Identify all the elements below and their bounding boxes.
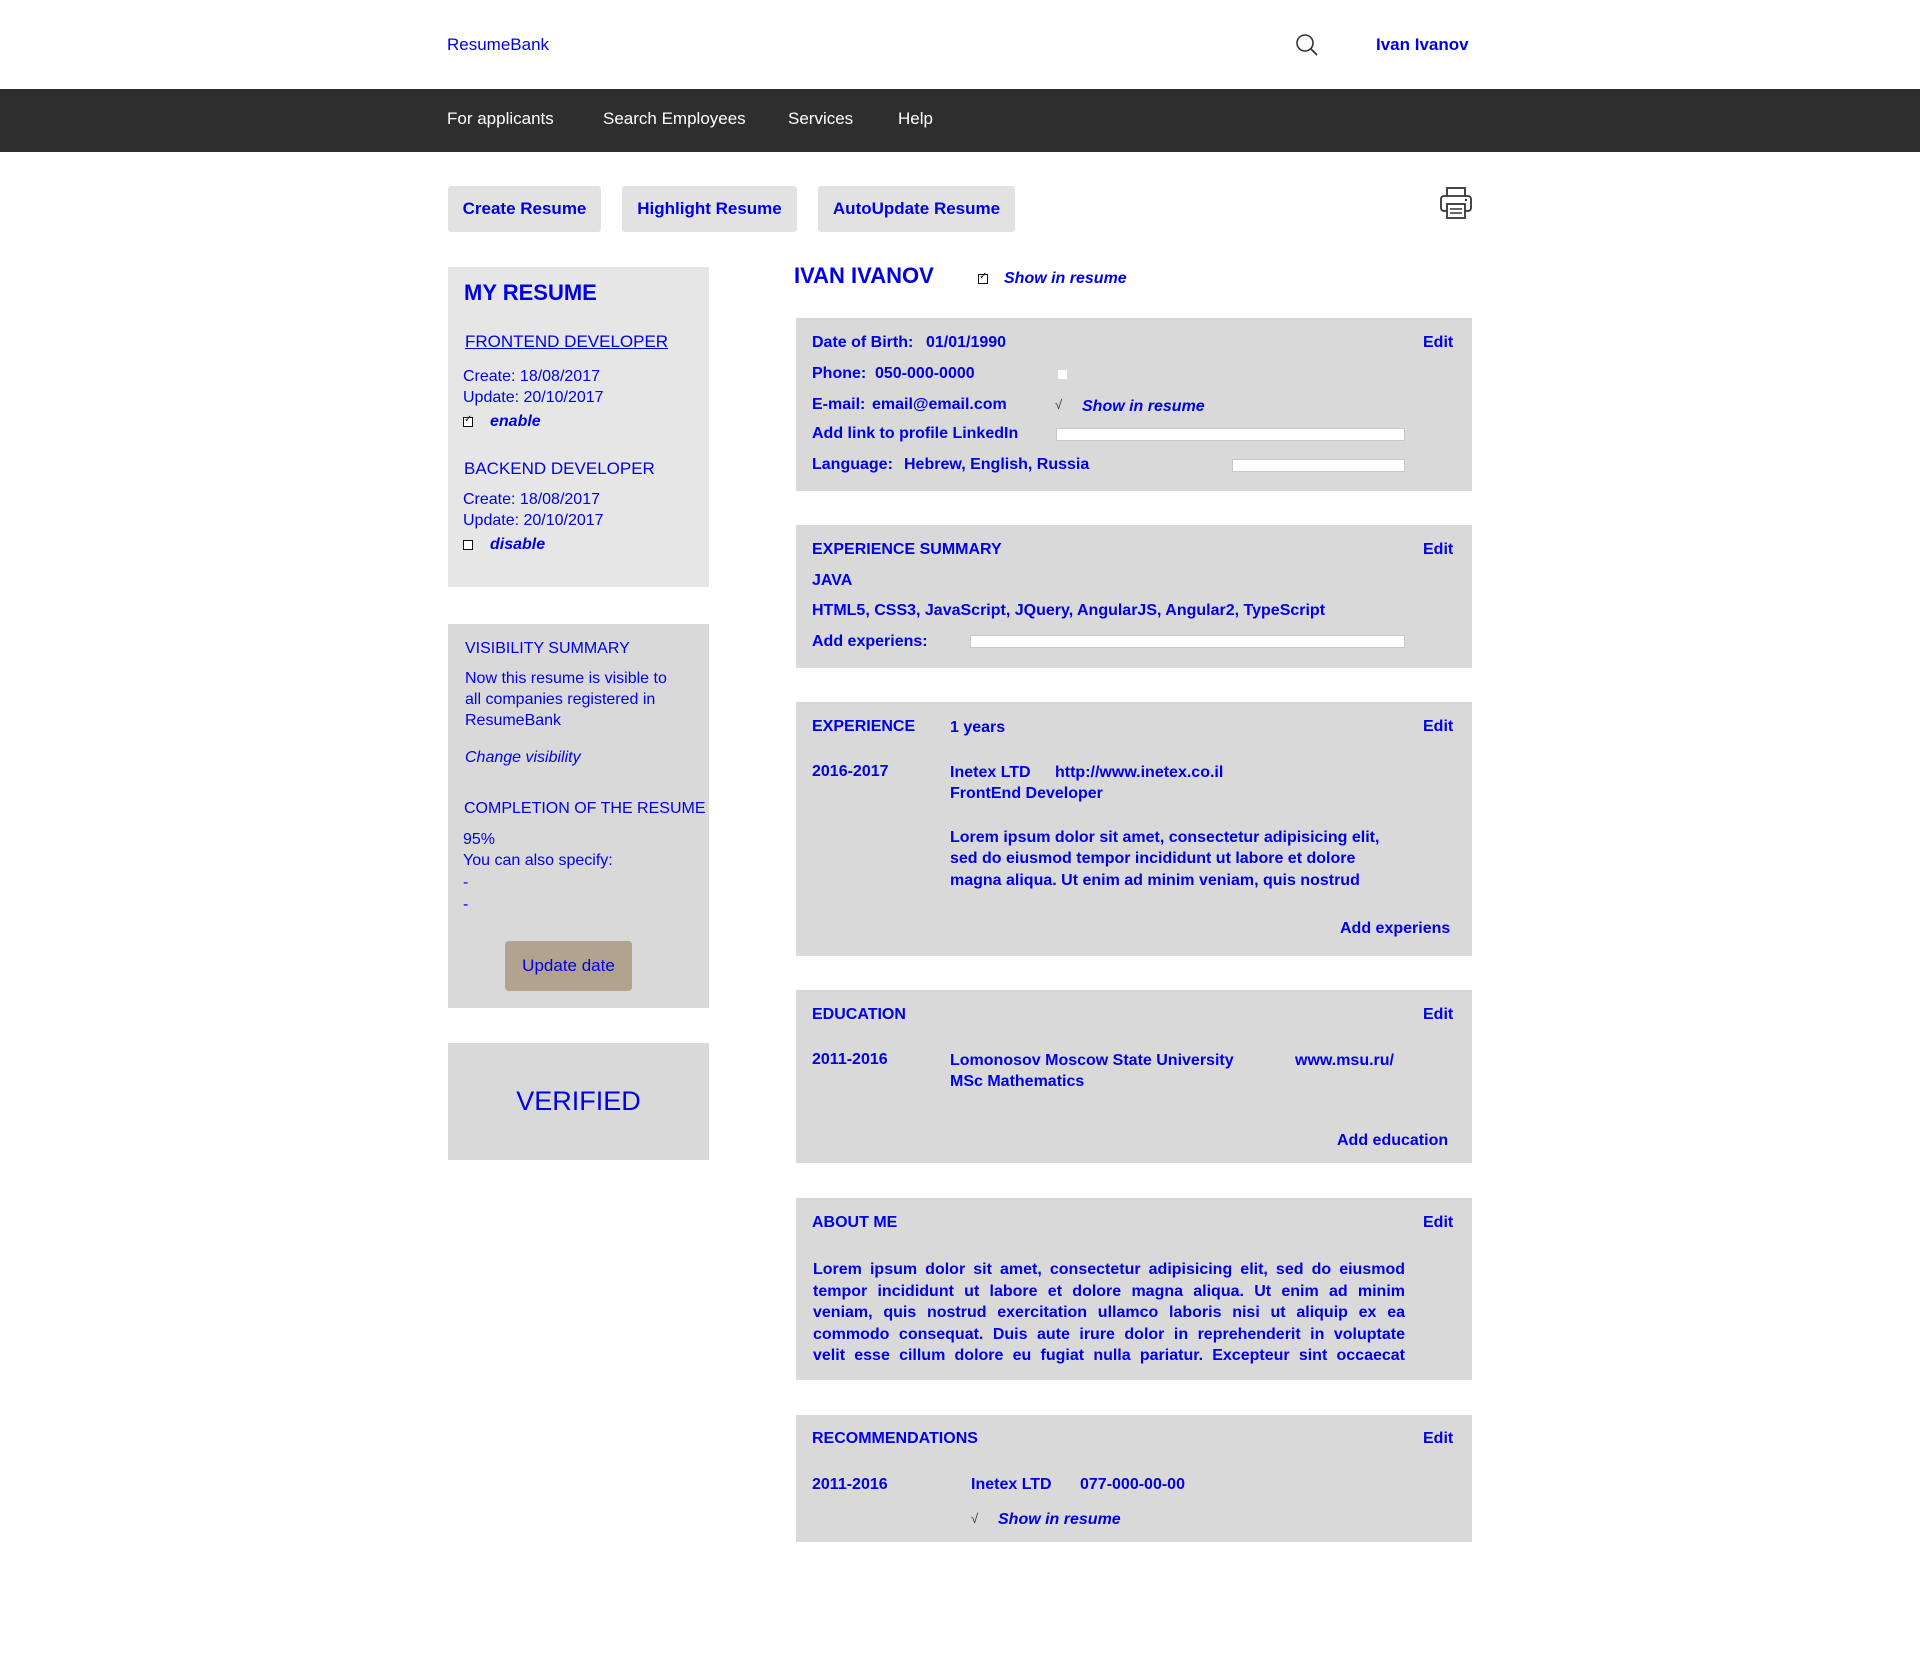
create-resume-button[interactable]: Create Resume [448,186,601,232]
resume-update-date: Update: 20/10/2017 [463,512,604,529]
linkedin-label: Add link to profile LinkedIn [812,425,1019,442]
experience-duration: 1 years [950,719,1006,736]
highlight-resume-button[interactable]: Highlight Resume [622,186,797,232]
email-show-check-icon[interactable]: √ [1055,397,1062,412]
education-title: EDUCATION [812,1006,906,1023]
print-icon[interactable] [1438,185,1474,221]
experience-period: 2016-2017 [812,763,889,780]
disable-checkbox[interactable] [463,540,473,550]
enable-label: enable [490,413,541,430]
navbar [0,89,1920,152]
specify-label: You can also specify: [463,852,613,869]
education-period: 2011-2016 [812,1051,888,1068]
add-education-link[interactable]: Add education [1337,1130,1448,1151]
add-experience-input[interactable] [970,635,1405,648]
email-value: email@email.com [872,396,1007,413]
about-title: ABOUT ME [812,1214,898,1231]
skill-line: JAVA [812,572,853,589]
experience-summary-title: EXPERIENCE SUMMARY [812,541,1002,558]
education-degree: MSc Mathematics [950,1073,1085,1090]
completion-title: COMPLETION OF THE RESUME [464,800,706,817]
show-name-checkbox[interactable] [978,271,988,284]
education-school: Lomonosov Moscow State University [950,1052,1234,1069]
education-url[interactable]: www.msu.ru/ [1295,1050,1394,1071]
experience-description: Lorem ipsum dolor sit amet, consectetur … [950,829,1380,846]
about-line: velit esse cillum dolore eu fugiat nulla… [813,1347,1405,1364]
experience-url[interactable]: http://www.inetex.co.il [1055,762,1223,783]
linkedin-input[interactable] [1056,428,1405,441]
add-experience-link[interactable]: Add experiens [1340,918,1450,939]
recommendation-company: Inetex LTD [971,1476,1052,1493]
edit-link[interactable]: Edit [1423,1212,1453,1233]
about-line: commodo consequat. Duis aute irure dolor… [813,1325,1405,1343]
language-value: Hebrew, English, Russia [904,456,1090,473]
phone-value: 050-000-0000 [875,365,975,382]
recommendation-show-check-icon[interactable]: √ [971,1511,978,1526]
enable-checkbox[interactable] [463,414,473,427]
disable-label: disable [490,536,546,553]
show-in-resume-label: Show in resume [1004,270,1127,287]
visibility-text: all companies registered in [465,691,656,708]
edit-link[interactable]: Edit [1423,1428,1453,1449]
about-line: veniam, quis nostrud exercitation ullamc… [813,1304,1405,1321]
edit-link[interactable]: Edit [1423,716,1453,737]
nav-services[interactable]: Services [788,109,853,129]
phone-label: Phone: [812,365,867,382]
autoupdate-resume-button[interactable]: AutoUpdate Resume [818,186,1015,232]
nav-help[interactable]: Help [898,109,933,129]
experience-title: EXPERIENCE [812,718,916,735]
my-resume-title: MY RESUME [464,280,597,305]
search-icon[interactable] [1295,33,1319,57]
about-line: Lorem ipsum dolor sit amet, consectetur … [813,1261,1405,1278]
dob-value: 01/01/1990 [926,334,1007,351]
experience-company: Inetex LTD [950,764,1031,781]
phone-show-checkbox[interactable] [1058,370,1067,379]
verified-panel: VERIFIED [448,1043,709,1160]
visibility-text: ResumeBank [465,712,562,729]
email-label: E-mail: [812,396,866,413]
resume-create-date: Create: 18/08/2017 [463,368,600,385]
my-resume-panel [448,267,709,587]
visibility-text: Now this resume is visible to [465,670,667,687]
experience-role: FrontEnd Developer [950,785,1103,802]
resume-link-backend[interactable]: BACKEND DEVELOPER [464,458,655,479]
resume-update-date: Update: 20/10/2017 [463,389,604,406]
skill-line: HTML5, CSS3, JavaScript, JQuery, Angular… [812,602,1326,619]
logo[interactable]: ResumeBank [447,35,549,55]
recommendation-show-label: Show in resume [998,1511,1121,1528]
about-text: Lorem ipsum dolor sit amet, consectetur … [813,1259,1405,1367]
dob-label: Date of Birth: [812,334,914,351]
email-show-label: Show in resume [1082,398,1205,415]
experience-description: sed do eiusmod tempor incididunt ut labo… [950,850,1356,867]
edit-link[interactable]: Edit [1423,539,1453,560]
experience-description: magna aliqua. Ut enim ad minim veniam, q… [950,872,1360,889]
nav-for-applicants[interactable]: For applicants [447,109,554,129]
specify-item: - [463,874,469,891]
recommendation-period: 2011-2016 [812,1476,888,1493]
language-label: Language: [812,456,893,473]
profile-name: IVAN IVANOV [794,263,934,288]
about-line: tempor incididunt ut labore et dolore ma… [813,1282,1405,1300]
nav-search-employees[interactable]: Search Employees [603,109,746,129]
specify-item: - [463,896,469,913]
resume-create-date: Create: 18/08/2017 [463,491,600,508]
completion-percent: 95% [463,831,496,848]
add-experience-label: Add experiens: [812,633,928,650]
edit-link[interactable]: Edit [1423,1004,1453,1025]
recommendations-title: RECOMMENDATIONS [812,1430,978,1447]
user-name[interactable]: Ivan Ivanov [1376,35,1469,55]
visibility-title: VISIBILITY SUMMARY [465,640,630,657]
recommendation-phone: 077-000-00-00 [1080,1476,1185,1493]
edit-link[interactable]: Edit [1423,332,1453,353]
language-input[interactable] [1232,459,1405,472]
update-date-button[interactable]: Update date [505,941,632,991]
change-visibility-link[interactable]: Change visibility [465,747,581,768]
resume-link-frontend[interactable]: FRONTEND DEVELOPER [465,331,668,352]
verified-label: VERIFIED [516,1086,641,1116]
